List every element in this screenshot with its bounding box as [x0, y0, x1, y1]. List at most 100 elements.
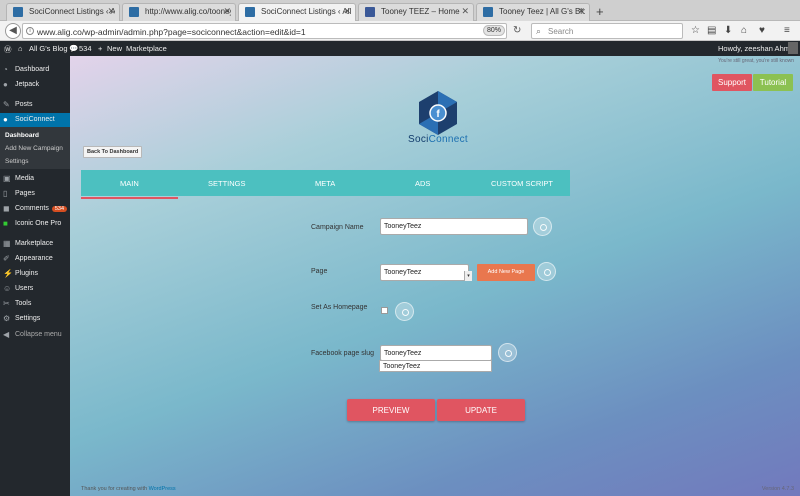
- tab-settings[interactable]: SETTINGS: [208, 179, 246, 188]
- site-name-link[interactable]: All G's Blog: [29, 44, 68, 53]
- submenu-item-settings[interactable]: Settings: [0, 156, 70, 165]
- sidebar-item-appearance[interactable]: ✐ Appearance: [0, 252, 70, 266]
- browser-tab[interactable]: Tooney Teez | All G's Blog ✕: [476, 3, 590, 21]
- sidebar-item-label: Settings: [15, 315, 41, 322]
- sidebar-item-iconic-one-pro[interactable]: ■ Iconic One Pro: [0, 217, 70, 231]
- close-tab-icon[interactable]: ✕: [461, 6, 469, 17]
- close-tab-icon[interactable]: ✕: [577, 6, 585, 17]
- url-text: www.alig.co/wp-admin/admin.php?page=soci…: [37, 27, 306, 37]
- autocomplete-option[interactable]: TooneyTeez: [379, 360, 492, 372]
- tab-meta[interactable]: META: [315, 179, 335, 188]
- chevron-down-icon[interactable]: ▾: [464, 271, 472, 281]
- browser-tab[interactable]: Tooney TEEZ – Home ✕: [358, 3, 474, 21]
- page-favicon-icon: [129, 7, 139, 17]
- home-icon[interactable]: ⌂: [741, 25, 747, 36]
- comments-count[interactable]: 534: [79, 44, 92, 53]
- sidebar-item-tools[interactable]: ✂ Tools: [0, 297, 70, 311]
- sidebar-item-label: Marketplace: [15, 240, 54, 247]
- update-button[interactable]: UPDATE: [437, 399, 525, 421]
- version-text: Version 4.7.3: [761, 486, 794, 492]
- sidebar-item-label: Dashboard: [15, 66, 50, 73]
- tutorial-button[interactable]: Tutorial: [753, 74, 793, 91]
- user-greeting[interactable]: Howdy, zeeshan Ahmed: [718, 44, 798, 53]
- browser-tab[interactable]: http://www.alig.co/tooneyte ✕: [122, 3, 236, 21]
- sidebar-item-dashboard[interactable]: ◔ Dashboard: [0, 63, 70, 77]
- campaign-name-label: Campaign Name: [311, 224, 364, 231]
- sidebar-item-marketplace[interactable]: ▦ Marketplace: [0, 237, 70, 251]
- site-info-icon[interactable]: i: [26, 27, 34, 35]
- menu-icon[interactable]: ≡: [784, 25, 790, 36]
- back-button[interactable]: ◀: [5, 23, 21, 39]
- home-icon: ⌂: [18, 44, 23, 53]
- help-icon[interactable]: [537, 262, 556, 281]
- wordpress-logo-icon[interactable]: Ⓦ: [4, 44, 12, 55]
- sidebar-item-settings[interactable]: ⚙ Settings: [0, 312, 70, 326]
- tab-main[interactable]: MAIN: [120, 179, 139, 188]
- facebook-slug-label: Facebook page slug: [311, 350, 375, 357]
- reading-list-icon[interactable]: ▤: [707, 25, 716, 36]
- sidebar-item-label: Comments: [15, 205, 49, 212]
- sidebar-item-sociconnect[interactable]: ● SociConnect: [0, 113, 70, 127]
- wordpress-link[interactable]: WordPress: [149, 486, 176, 492]
- sidebar-item-comments[interactable]: ◼ Comments 534: [0, 202, 70, 216]
- help-icon[interactable]: [533, 217, 552, 236]
- close-tab-icon[interactable]: ✕: [107, 6, 115, 17]
- plus-icon: +: [98, 44, 103, 53]
- bookmark-star-icon[interactable]: ☆: [691, 25, 700, 36]
- wrench-icon: ✂: [3, 299, 10, 308]
- sidebar-item-label: Pages: [15, 190, 35, 197]
- sidebar-item-pages[interactable]: ▯ Pages: [0, 187, 70, 201]
- footer-credit: Thank you for creating with WordPress: [81, 486, 176, 492]
- back-to-dashboard-button[interactable]: Back To Dashboard: [83, 146, 143, 158]
- plug-icon: ⚡: [3, 269, 13, 278]
- search-icon: ⌕: [536, 26, 542, 36]
- campaign-name-input[interactable]: TooneyTeez: [380, 218, 528, 235]
- submenu-item-add-new-campaign[interactable]: Add New Campaign: [0, 143, 70, 152]
- jetpack-icon: ●: [3, 80, 8, 89]
- pocket-icon[interactable]: ♥: [759, 25, 765, 36]
- page-favicon-icon: [483, 7, 493, 17]
- wp-admin-bar: Ⓦ ⌂ All G's Blog 💬 534 + New Marketplace…: [0, 41, 800, 56]
- logo-text-connect: Connect: [428, 134, 468, 145]
- search-placeholder: Search: [548, 27, 574, 36]
- support-button[interactable]: Support: [712, 74, 752, 91]
- submenu-item-dashboard[interactable]: Dashboard: [0, 130, 70, 139]
- collapse-menu-button[interactable]: ◀ Collapse menu: [0, 328, 70, 342]
- sidebar-item-label: Plugins: [15, 270, 38, 277]
- set-homepage-checkbox[interactable]: [381, 307, 388, 314]
- tab-ads[interactable]: ADS: [415, 179, 430, 188]
- sidebar-item-posts[interactable]: ✎ Posts: [0, 98, 70, 112]
- help-icon[interactable]: [395, 302, 414, 321]
- new-tab-button[interactable]: +: [596, 4, 604, 19]
- avatar[interactable]: [788, 42, 798, 54]
- browser-toolbar: ◀ i www.alig.co/wp-admin/admin.php?page=…: [0, 21, 800, 41]
- page-select[interactable]: TooneyTeez: [380, 264, 469, 281]
- facebook-slug-input[interactable]: TooneyTeez: [380, 345, 492, 361]
- top-note: You're still great, you're still known: [718, 58, 794, 64]
- address-bar[interactable]: i www.alig.co/wp-admin/admin.php?page=so…: [22, 23, 507, 39]
- sidebar-item-label: Collapse menu: [15, 331, 62, 338]
- new-content-link[interactable]: New: [107, 44, 122, 53]
- help-icon[interactable]: [498, 343, 517, 362]
- add-new-page-button[interactable]: Add New Page: [477, 264, 535, 281]
- close-tab-icon[interactable]: ✕: [343, 6, 351, 17]
- browser-tab[interactable]: SociConnect Listings ‹ All G's ✕: [6, 3, 120, 21]
- reload-icon[interactable]: ↻: [513, 25, 521, 36]
- sidebar-item-plugins[interactable]: ⚡ Plugins: [0, 267, 70, 281]
- tab-custom-script[interactable]: CUSTOM SCRIPT: [491, 179, 553, 188]
- sidebar-item-jetpack[interactable]: ● Jetpack: [0, 78, 70, 92]
- grid-icon: ▦: [3, 239, 11, 248]
- search-input[interactable]: ⌕ Search: [531, 23, 683, 39]
- sidebar-item-label: Users: [15, 285, 34, 292]
- downloads-icon[interactable]: ⬇: [724, 25, 732, 36]
- preview-button[interactable]: PREVIEW: [347, 399, 435, 421]
- marketplace-link[interactable]: Marketplace: [126, 44, 167, 53]
- sidebar-item-users[interactable]: ☺ Users: [0, 282, 70, 296]
- browser-tab-active[interactable]: SociConnect Listings ‹ All G's ✕: [238, 3, 356, 21]
- sidebar-item-media[interactable]: ▣ Media: [0, 172, 70, 186]
- user-icon: ☺: [3, 284, 12, 293]
- sidebar-item-label: Tools: [15, 300, 32, 307]
- page-select-value: TooneyTeez: [384, 269, 422, 276]
- zoom-indicator[interactable]: 80%: [483, 25, 506, 36]
- close-tab-icon[interactable]: ✕: [223, 6, 231, 17]
